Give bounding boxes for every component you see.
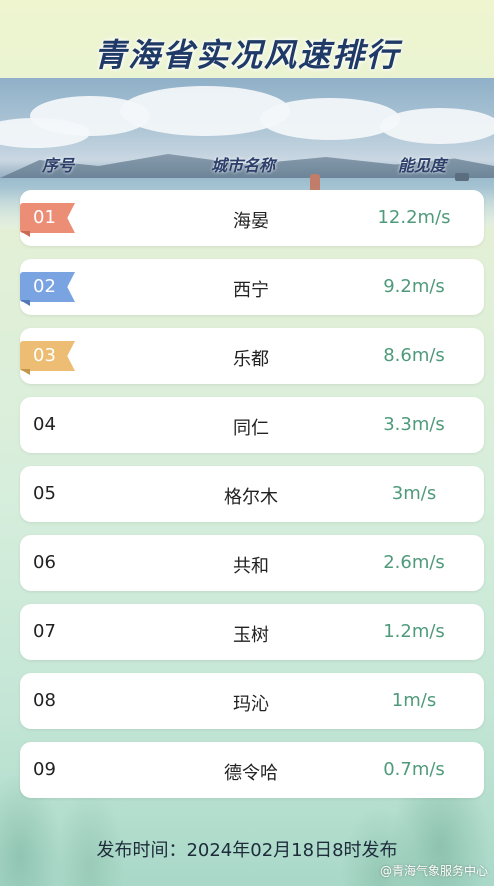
ranking-list: 01 海晏 12.2m/s 02 西宁 9.2m/s 03 乐都 8.6m/s … xyxy=(20,190,484,811)
wind-speed-value: 12.2m/s xyxy=(377,207,451,228)
ranking-row: 02 西宁 9.2m/s xyxy=(20,259,484,315)
city-name: 海晏 xyxy=(233,211,269,232)
city-name: 同仁 xyxy=(233,418,269,439)
cloud-shape xyxy=(0,118,90,148)
city-name: 格尔木 xyxy=(224,487,278,508)
rank-number: 06 xyxy=(33,552,56,573)
city-name: 德令哈 xyxy=(224,763,278,784)
ranking-row: 01 海晏 12.2m/s xyxy=(20,190,484,246)
ranking-row: 08 玛沁 1m/s xyxy=(20,673,484,729)
wind-speed-value: 0.7m/s xyxy=(383,759,445,780)
ribbon-fold xyxy=(20,231,30,237)
rank-number: 02 xyxy=(33,276,56,297)
ranking-row: 06 共和 2.6m/s xyxy=(20,535,484,591)
rank-number: 07 xyxy=(33,621,56,642)
weibo-watermark: @青海气象服务中心 xyxy=(379,864,488,878)
rank-number: 05 xyxy=(33,483,56,504)
wind-speed-value: 2.6m/s xyxy=(383,552,445,573)
rank-number: 01 xyxy=(33,207,56,228)
cloud-shape xyxy=(260,98,400,140)
ranking-row: 05 格尔木 3m/s xyxy=(20,466,484,522)
wind-speed-value: 8.6m/s xyxy=(383,345,445,366)
header-value: 能见度 xyxy=(398,156,447,175)
cloud-shape xyxy=(380,108,494,144)
publish-time: 发布时间：2024年02月18日8时发布 xyxy=(96,840,398,861)
wind-speed-value: 3.3m/s xyxy=(383,414,445,435)
ribbon-fold xyxy=(20,369,30,375)
rank-number: 04 xyxy=(33,414,56,435)
ranking-row: 07 玉树 1.2m/s xyxy=(20,604,484,660)
page-title: 青海省实况风速排行 xyxy=(93,36,400,74)
wind-speed-value: 1.2m/s xyxy=(383,621,445,642)
ranking-row: 09 德令哈 0.7m/s xyxy=(20,742,484,798)
rank-number: 03 xyxy=(33,345,56,366)
boat-shape xyxy=(455,173,469,181)
wind-speed-value: 1m/s xyxy=(391,690,437,711)
header-city: 城市名称 xyxy=(211,156,276,175)
city-name: 玛沁 xyxy=(233,694,269,715)
ribbon-fold xyxy=(20,300,30,306)
header-rank: 序号 xyxy=(42,156,75,175)
ranking-row: 04 同仁 3.3m/s xyxy=(20,397,484,453)
city-name: 西宁 xyxy=(233,280,269,301)
wind-speed-value: 9.2m/s xyxy=(383,276,445,297)
column-headers: 序号 城市名称 能见度 xyxy=(0,152,494,175)
rank-number: 09 xyxy=(33,759,56,780)
wind-speed-value: 3m/s xyxy=(391,483,437,504)
ranking-row: 03 乐都 8.6m/s xyxy=(20,328,484,384)
city-name: 共和 xyxy=(233,556,269,577)
city-name: 玉树 xyxy=(233,625,269,646)
rank-number: 08 xyxy=(33,690,56,711)
city-name: 乐都 xyxy=(233,349,269,370)
